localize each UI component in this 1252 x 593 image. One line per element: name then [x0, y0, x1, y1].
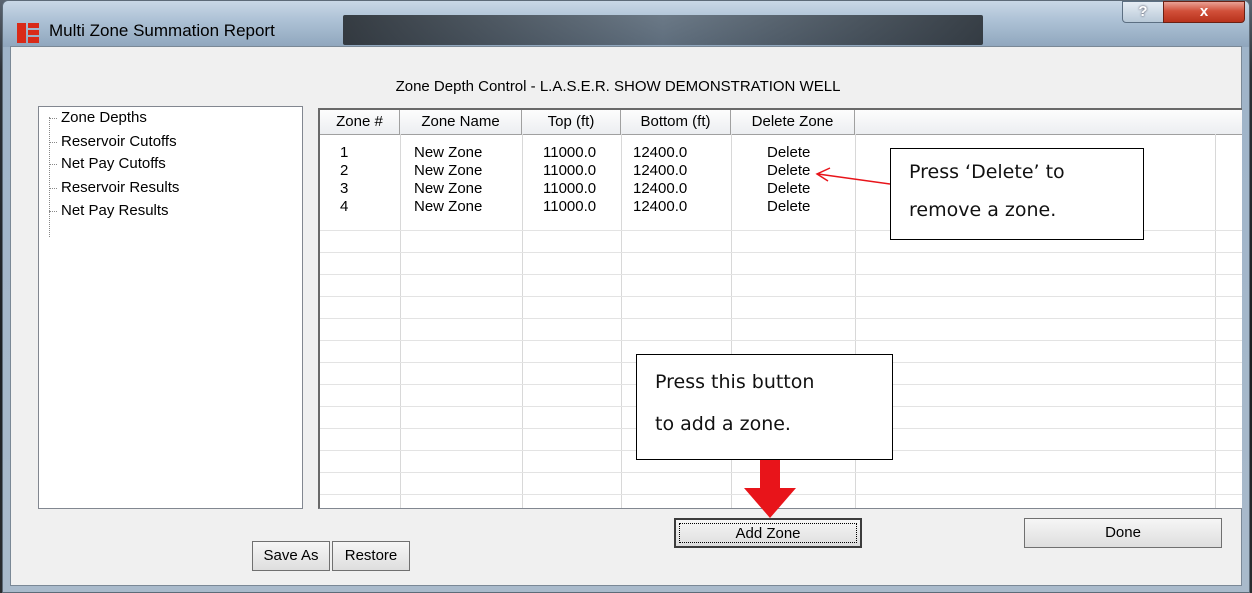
restore-button[interactable]: Restore	[332, 541, 410, 571]
delete-zone-button[interactable]: Delete	[767, 180, 810, 198]
bottom-depth-cell[interactable]: 12400.0	[633, 180, 687, 198]
tree-item-net-pay-results[interactable]: Net Pay Results	[49, 200, 169, 222]
delete-zone-button[interactable]: Delete	[767, 198, 810, 216]
callout-delete-line2: remove a zone.	[909, 199, 1057, 221]
title-bar-glass	[343, 15, 983, 45]
title-bar[interactable]: Multi Zone Summation Report ? x	[3, 1, 1249, 47]
close-button[interactable]: x	[1163, 1, 1245, 23]
add-zone-button[interactable]: Add Zone	[674, 518, 862, 548]
column-header-delete-zone[interactable]: Delete Zone	[731, 110, 855, 134]
tree-item-label: Zone Depths	[61, 109, 147, 126]
callout-delete: Press ‘Delete’ to remove a zone.	[890, 148, 1144, 240]
save-as-button[interactable]: Save As	[252, 541, 330, 571]
top-depth-cell[interactable]: 11000.0	[543, 162, 596, 180]
grid-header: Zone # Zone Name Top (ft) Bottom (ft) De…	[320, 110, 1242, 135]
zone-number-cell[interactable]: 2	[340, 162, 348, 180]
annotation-arrow-add	[744, 460, 796, 518]
top-depth-cell[interactable]: 11000.0	[543, 198, 596, 216]
column-header-zone-number[interactable]: Zone #	[320, 110, 400, 134]
bottom-depth-cell[interactable]: 12400.0	[633, 144, 687, 162]
app-logo-icon	[17, 23, 39, 43]
callout-add-line2: to add a zone.	[655, 413, 791, 435]
add-zone-label: Add Zone	[679, 523, 857, 543]
zone-name-cell[interactable]: New Zone	[414, 162, 482, 180]
help-button[interactable]: ?	[1122, 1, 1164, 23]
annotation-arrow-delete	[815, 167, 891, 185]
tree-item-label: Reservoir Results	[61, 179, 180, 196]
tree-item-label: Net Pay Cutoffs	[61, 155, 166, 172]
bottom-depth-cell[interactable]: 12400.0	[633, 162, 687, 180]
zone-name-cell[interactable]: New Zone	[414, 180, 482, 198]
column-header-top[interactable]: Top (ft)	[522, 110, 621, 134]
column-header-zone-name[interactable]: Zone Name	[400, 110, 522, 134]
callout-delete-line1: Press ‘Delete’ to	[909, 161, 1065, 183]
callout-add-line1: Press this button	[655, 371, 815, 393]
tree-item-reservoir-results[interactable]: Reservoir Results	[49, 177, 179, 199]
zone-number-cell[interactable]: 1	[340, 144, 348, 162]
bottom-depth-cell[interactable]: 12400.0	[633, 198, 687, 216]
delete-zone-button[interactable]: Delete	[767, 144, 810, 162]
column-header-bottom[interactable]: Bottom (ft)	[621, 110, 731, 134]
delete-zone-button[interactable]: Delete	[767, 162, 810, 180]
top-depth-cell[interactable]: 11000.0	[543, 180, 596, 198]
zone-number-cell[interactable]: 4	[340, 198, 348, 216]
tree-item-label: Net Pay Results	[61, 202, 169, 219]
tree-item-reservoir-cutoffs[interactable]: Reservoir Cutoffs	[49, 131, 177, 153]
tree-item-net-pay-cutoffs[interactable]: Net Pay Cutoffs	[49, 153, 166, 175]
window-title: Multi Zone Summation Report	[49, 21, 275, 40]
navigation-tree[interactable]: Zone Depths Reservoir Cutoffs Net Pay Cu…	[38, 106, 303, 509]
zone-name-cell[interactable]: New Zone	[414, 144, 482, 162]
done-button[interactable]: Done	[1024, 518, 1222, 548]
zone-number-cell[interactable]: 3	[340, 180, 348, 198]
callout-add-zone: Press this button to add a zone.	[636, 354, 893, 460]
tree-item-label: Reservoir Cutoffs	[61, 133, 177, 150]
tree-item-zone-depths[interactable]: Zone Depths	[49, 107, 147, 129]
top-depth-cell[interactable]: 11000.0	[543, 144, 596, 162]
zone-name-cell[interactable]: New Zone	[414, 198, 482, 216]
page-title: Zone Depth Control - L.A.S.E.R. SHOW DEM…	[395, 78, 841, 95]
